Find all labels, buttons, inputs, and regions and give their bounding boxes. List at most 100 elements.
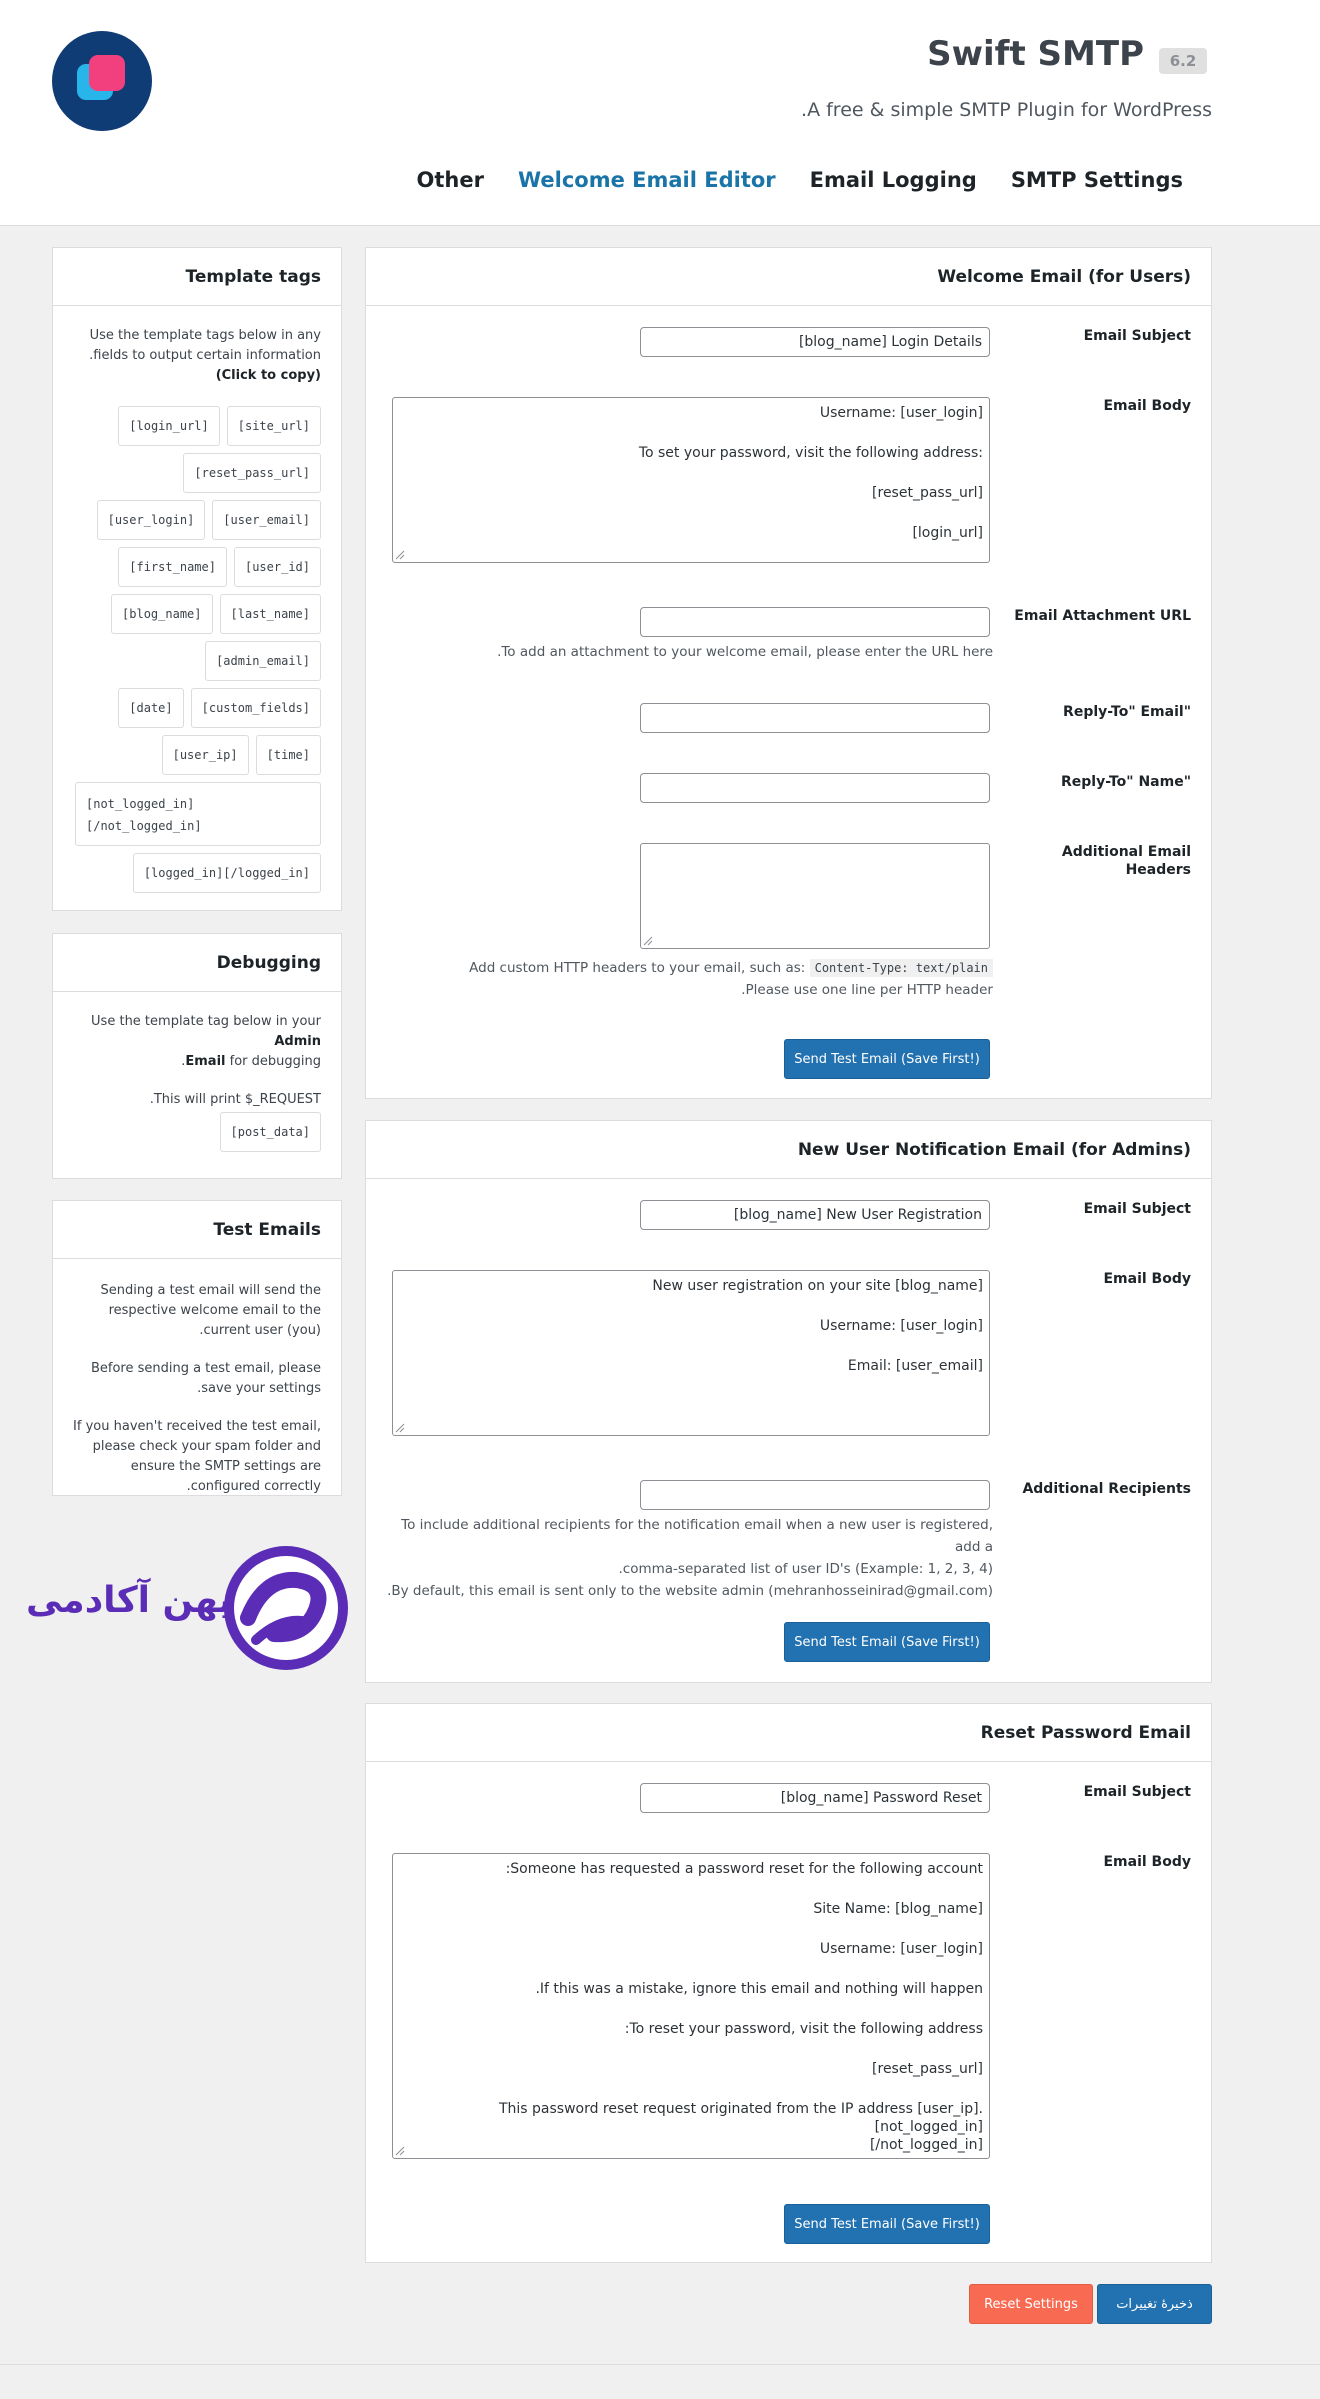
email-subject-input[interactable]: [blog_name] Password Reset <box>640 1783 990 1813</box>
reset-settings-button[interactable]: Reset Settings <box>969 2284 1093 2324</box>
recipients-help-2: comma-separated list of user ID's (Examp… <box>618 1561 993 1577</box>
email-body-label: Email Body <box>1103 398 1191 414</box>
send-test-email-button[interactable]: Send Test Email (Save First!) <box>784 2204 990 2244</box>
recipients-help-1: To include additional recipients for the… <box>401 1517 993 1555</box>
email-subject-input[interactable]: [blog_name] Login Details <box>640 327 990 357</box>
email-subject-input[interactable]: [blog_name] New User Registration <box>640 1200 990 1230</box>
nav-tab-smtp-settings[interactable]: SMTP Settings <box>1011 168 1183 192</box>
tag-post-data[interactable]: [post_data] <box>219 1112 321 1152</box>
admin-notification-panel: New User Notification Email (for Admins)… <box>365 1120 1212 1683</box>
tag-admin-email[interactable]: [admin_email] <box>205 641 321 681</box>
tag-row: [login_url] [site_url] <box>73 406 321 446</box>
debug-bold-admin: Admin <box>274 1034 321 1049</box>
plugin-header: Swift SMTP 6.2 A free & simple SMTP Plug… <box>0 0 1320 226</box>
email-body-textarea[interactable]: New user registration on your site [blog… <box>392 1270 990 1436</box>
send-test-email-button[interactable]: Send Test Email (Save First!) <box>784 1622 990 1662</box>
tag-row: [date] [custom_fields] <box>73 688 321 728</box>
attachment-url-label: Email Attachment URL <box>1014 608 1191 624</box>
tag-user-email[interactable]: [user_email] <box>212 500 321 540</box>
test-emails-title: Test Emails <box>53 1201 341 1259</box>
body-line: To reset your password, visit the follow… <box>624 2021 983 2037</box>
resize-handle-icon[interactable] <box>643 936 653 946</box>
tag-login-url[interactable]: [login_url] <box>118 406 220 446</box>
tag-not-logged-in-close: [/not_logged_in] <box>86 819 202 833</box>
tag-row: [first_name] [user_id] <box>73 547 321 587</box>
save-changes-button[interactable]: ذخیرهٔ تغییرات <box>1097 2284 1212 2324</box>
nav-tab-welcome-email-editor[interactable]: Welcome Email Editor <box>518 168 776 192</box>
body-line: Site Name: [blog_name] <box>813 1901 983 1917</box>
template-tags-title: Template tags <box>53 248 341 306</box>
tag-not-logged-in-open: [not_logged_in] <box>86 797 195 811</box>
send-test-email-button[interactable]: Send Test Email (Save First!) <box>784 1039 990 1079</box>
tag-user-login[interactable]: [user_login] <box>96 500 206 540</box>
tag-row: [user_login] [user_email] <box>73 500 321 540</box>
debugging-box: Debugging Use the template tag below in … <box>52 933 342 1179</box>
reply-to-name-input[interactable] <box>640 773 990 803</box>
body-line: Username: [user_login] <box>819 405 983 421</box>
test-emails-box: Test Emails Sending a test email will se… <box>52 1200 342 1496</box>
version-badge: 6.2 <box>1159 48 1207 74</box>
tag-date[interactable]: [date] <box>118 688 184 728</box>
debug-text-3: This will print $_REQUEST. <box>149 1092 321 1107</box>
tag-user-ip[interactable]: [user_ip] <box>161 735 249 775</box>
tag-user-id[interactable]: [user_id] <box>233 547 321 587</box>
welcome-email-panel: Welcome Email (for Users) Email Subject … <box>365 247 1212 1099</box>
logo-square-pink <box>89 55 125 91</box>
debug-text-1: Use the template tag below in your <box>91 1014 321 1029</box>
tag-reset-pass-url[interactable]: [reset_pass_url] <box>183 453 321 493</box>
body-last-1: This password reset request originated f… <box>498 2101 983 2135</box>
tag-first-name[interactable]: [first_name] <box>118 547 227 587</box>
headers-help-text: Add custom HTTP headers to your email, s… <box>469 960 806 976</box>
email-subject-label: Email Subject <box>1083 1201 1191 1217</box>
headers-help-text-2: Please use one line per HTTP header. <box>741 982 993 998</box>
tag-row: [not_logged_in] [/not_logged_in] <box>73 782 321 846</box>
debug-bold-email: Email <box>185 1054 226 1069</box>
plugin-title: Swift SMTP <box>927 34 1144 74</box>
body-line: To set your password, visit the followin… <box>638 445 983 461</box>
body-line: Someone has requested a password reset f… <box>505 1861 983 1877</box>
tag-custom-fields[interactable]: [custom_fields] <box>190 688 321 728</box>
nav-tab-other[interactable]: Other <box>417 168 484 192</box>
test-emails-text: Sending a test email will send the respe… <box>71 1281 321 1497</box>
email-body-textarea[interactable]: Username: [user_login] To set your passw… <box>392 397 990 563</box>
tag-site-url[interactable]: [site_url] <box>226 406 321 446</box>
tag-blog-name[interactable]: [blog_name] <box>111 594 213 634</box>
footer-divider <box>0 2364 1320 2365</box>
resize-handle-icon[interactable] <box>395 550 405 560</box>
nav-tab-email-logging[interactable]: Email Logging <box>810 168 977 192</box>
test-emails-p2: Before sending a test email, please save… <box>90 1361 321 1396</box>
body-line: Username: [user_login] <box>819 1318 983 1334</box>
email-body-textarea[interactable]: Someone has requested a password reset f… <box>392 1853 990 2159</box>
additional-recipients-input[interactable] <box>640 1480 990 1510</box>
test-emails-p1: Sending a test email will send the respe… <box>100 1283 322 1338</box>
attachment-url-input[interactable] <box>640 607 990 637</box>
email-subject-label: Email Subject <box>1083 328 1191 344</box>
reply-to-email-input[interactable] <box>640 703 990 733</box>
debugging-title: Debugging <box>53 934 341 992</box>
resize-handle-icon[interactable] <box>395 2146 405 2156</box>
reply-to-name-label: "Reply-To" Name <box>1061 774 1191 790</box>
tag-row: [blog_name] [last_name] <box>73 594 321 634</box>
body-line: [login_url] <box>912 525 983 541</box>
email-body-label: Email Body <box>1103 1271 1191 1287</box>
tag-logged-in[interactable]: [logged_in][/logged_in] <box>132 853 321 893</box>
attachment-url-help: To add an attachment to your welcome ema… <box>497 644 993 660</box>
email-body-label: Email Body <box>1103 1854 1191 1870</box>
watermark-logo <box>224 1546 348 1670</box>
debugging-text: Use the template tag below in your Admin… <box>71 1012 321 1110</box>
resize-handle-icon[interactable] <box>395 1423 405 1433</box>
headers-help-code: Content-Type: text/plain <box>809 959 993 977</box>
tag-row: [logged_in][/logged_in] <box>73 853 321 893</box>
panel-title: New User Notification Email (for Admins) <box>366 1121 1211 1179</box>
tag-last-name[interactable]: [last_name] <box>219 594 321 634</box>
tag-not-logged-in[interactable]: [not_logged_in] [/not_logged_in] <box>75 782 321 846</box>
plugin-logo <box>52 31 152 131</box>
tag-time[interactable]: [time] <box>255 735 321 775</box>
tag-row: [admin_email] <box>73 641 321 681</box>
tags-intro-text: Use the template tags below in any field… <box>89 328 321 363</box>
panel-title: Reset Password Email <box>366 1704 1211 1762</box>
email-subject-label: Email Subject <box>1083 1784 1191 1800</box>
additional-headers-textarea[interactable] <box>640 843 990 949</box>
main-nav: SMTP Settings Email Logging Welcome Emai… <box>417 168 1183 192</box>
template-tags-box: Template tags Use the template tags belo… <box>52 247 342 911</box>
